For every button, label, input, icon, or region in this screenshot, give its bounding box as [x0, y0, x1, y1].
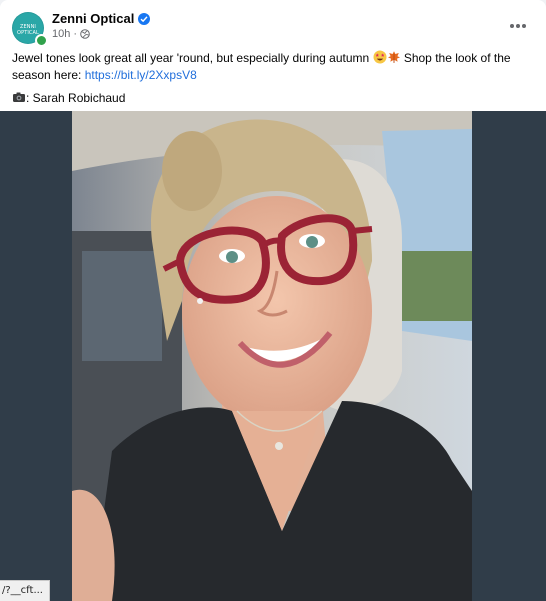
post-timestamp[interactable]: 10h: [52, 28, 70, 40]
page-name-link[interactable]: Zenni Optical: [52, 11, 134, 26]
post-header: ZENNI OPTICAL Zenni Optical 10h ·: [0, 0, 546, 52]
photo-credit: : Sarah Robichaud: [12, 90, 528, 107]
caption-line: Jewel tones look great all year 'round, …: [12, 50, 528, 84]
feed-post: ZENNI OPTICAL Zenni Optical 10h · Jewel …: [0, 0, 546, 601]
photo-credit-text: : Sarah Robichaud: [26, 91, 126, 105]
meta-separator: ·: [73, 28, 78, 40]
more-dot: [522, 24, 526, 28]
post-caption: Jewel tones look great all year 'round, …: [12, 50, 528, 113]
star-struck-emoji-icon: [373, 50, 386, 64]
autumn-leaf-emoji-icon: [387, 51, 400, 63]
caption-text-1: Jewel tones look great all year 'round, …: [12, 51, 373, 65]
globe-icon[interactable]: [80, 29, 90, 39]
post-media[interactable]: [0, 111, 546, 601]
camera-icon: [13, 92, 25, 102]
page-name-row: Zenni Optical: [52, 11, 151, 26]
more-options-button[interactable]: [506, 16, 530, 36]
post-meta: 10h ·: [52, 28, 90, 40]
verified-badge-icon: [138, 12, 151, 25]
online-status-dot: [35, 34, 48, 47]
post-photo[interactable]: [72, 111, 472, 601]
more-options-icon: [510, 24, 514, 28]
more-dot: [516, 24, 520, 28]
post-photo-image: [72, 111, 472, 601]
status-bar-url: /?__cft...: [0, 580, 50, 601]
shop-link[interactable]: https://bit.ly/2XxpsV8: [85, 68, 197, 82]
